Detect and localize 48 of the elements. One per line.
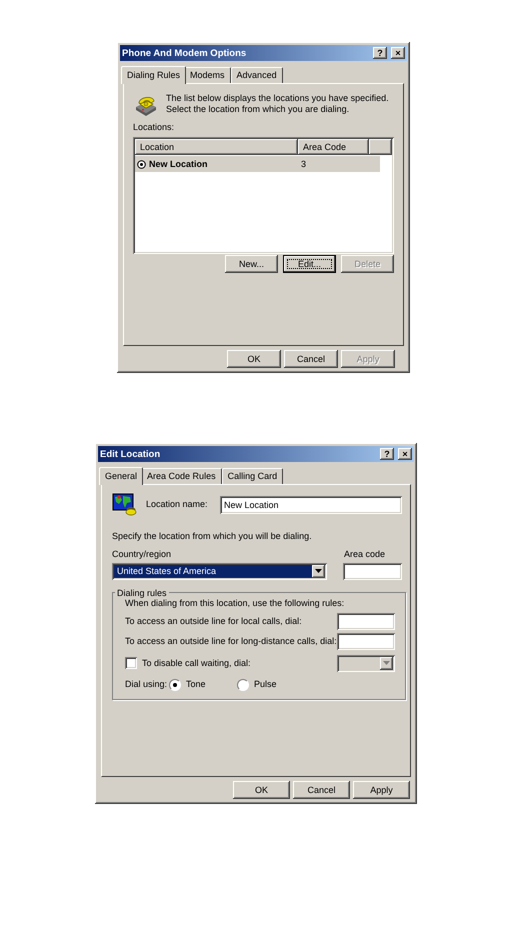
locations-label: Locations: [133, 122, 174, 134]
column-header-blank [369, 139, 392, 156]
group-title: Dialing rules [116, 588, 168, 598]
dial-using-label: Dial using: [125, 679, 168, 690]
checkbox-label: To disable call waiting, dial: [142, 658, 252, 669]
country-dropdown[interactable]: United States of America [112, 562, 327, 580]
column-header[interactable]: Area Code [298, 139, 369, 156]
location-name-field[interactable]: New Location [220, 496, 402, 514]
window-title: Edit Location [100, 448, 162, 460]
dialog-button[interactable]: Cancel [293, 781, 350, 799]
tab[interactable]: General [99, 467, 144, 485]
radio-button[interactable] [169, 678, 181, 691]
tab[interactable]: Advanced [230, 67, 283, 83]
tab[interactable]: Modems [184, 67, 231, 83]
list-button[interactable]: New... [225, 255, 278, 274]
column-header[interactable]: Location [135, 139, 298, 156]
list-button[interactable]: Edit... [283, 255, 336, 274]
tab[interactable]: Area Code Rules [141, 468, 222, 484]
tab[interactable]: Dialing Rules [121, 66, 186, 84]
radio-button[interactable] [237, 678, 249, 691]
area-code-field[interactable] [343, 562, 402, 580]
radio-label: Tone [186, 679, 206, 690]
area-code-value: 3 [300, 159, 308, 170]
dialog-button[interactable]: OK [227, 350, 281, 368]
default-location-icon [137, 160, 146, 169]
country-label: Country/region [112, 549, 172, 560]
help-button[interactable]: ? [380, 448, 394, 460]
window-title: Phone And Modem Options [122, 48, 248, 58]
help-button[interactable]: ? [373, 47, 387, 59]
instruction-text: Specify the location from which you will be dialing. [112, 531, 312, 542]
area-code-label: Area code [344, 549, 386, 560]
dialog-button[interactable]: Cancel [284, 350, 338, 368]
field-label: To access an outside line for long-distance calls, dial: [125, 636, 337, 647]
map-icon [112, 493, 138, 517]
close-button[interactable]: × [391, 47, 405, 59]
dialog-button[interactable]: OK [233, 781, 290, 799]
input-field[interactable] [336, 612, 395, 630]
location-name: New Location [148, 159, 209, 170]
rules-intro-text: When dialing from this location, use the following rules: [125, 598, 344, 609]
input-field[interactable] [336, 632, 395, 650]
location-name-label: Location name: [146, 499, 209, 511]
location-row[interactable]: New Location 3 [135, 156, 380, 172]
description-text: The list below displays the locations you have specified. Select the location from which you are dialing. [166, 92, 390, 116]
radio-label: Pulse [254, 679, 277, 690]
close-button[interactable]: × [398, 448, 412, 460]
field-label: To access an outside line for local calls, dial: [125, 616, 303, 627]
dialog-button[interactable]: Apply [353, 781, 410, 799]
tab[interactable]: Calling Card [222, 468, 284, 484]
